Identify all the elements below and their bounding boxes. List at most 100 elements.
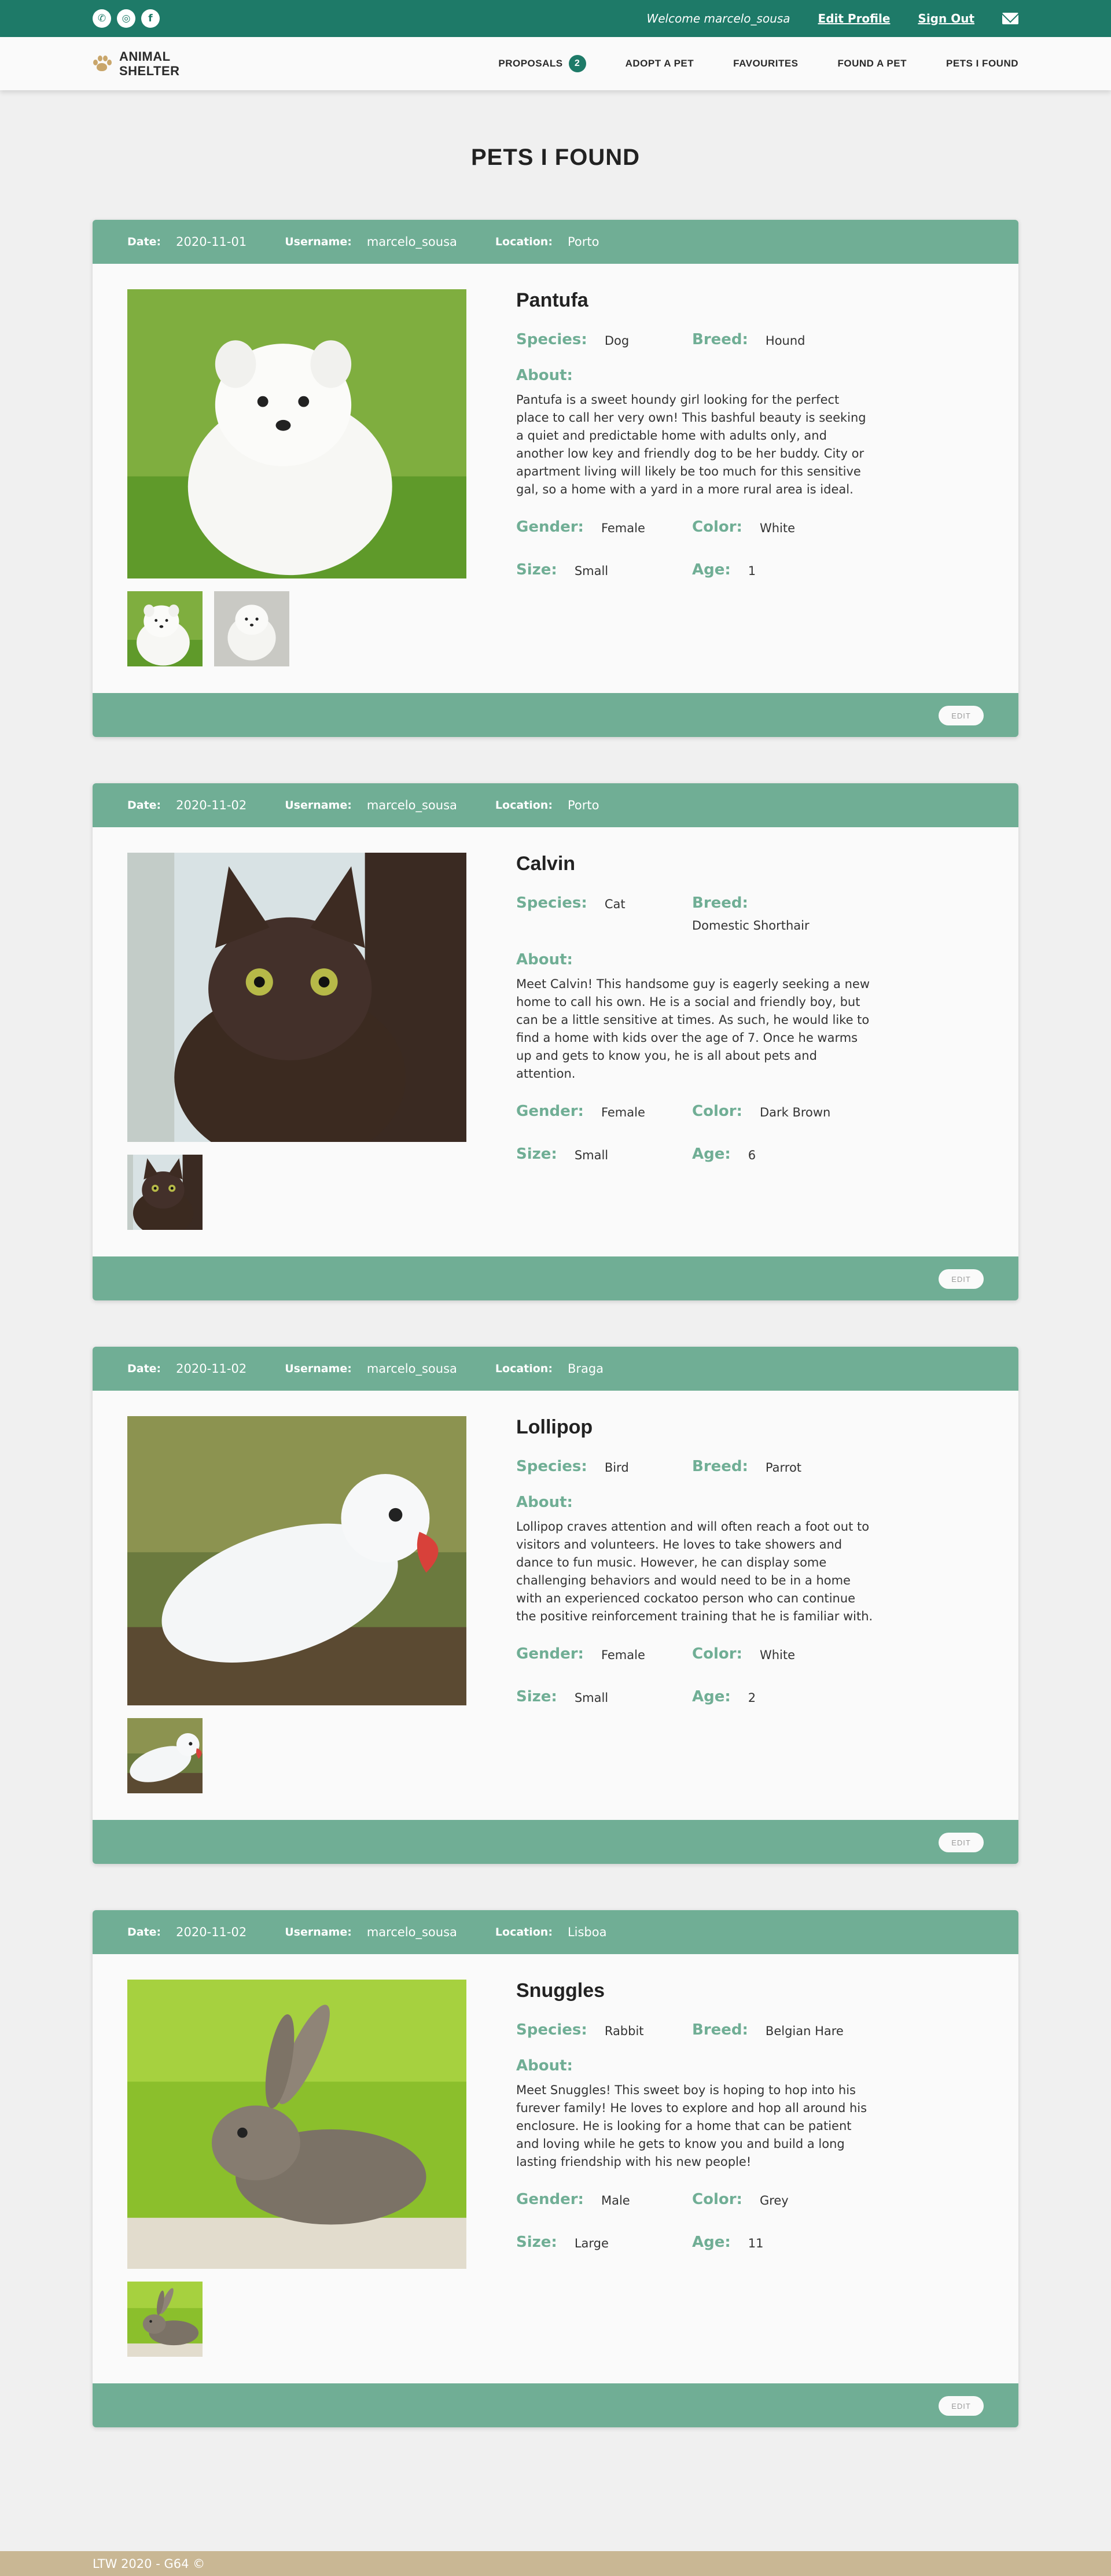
age-label: Age: — [692, 1145, 731, 1163]
color-label: Color: — [692, 1645, 742, 1663]
size-value: Small — [574, 1148, 609, 1162]
logo-line-1: ANIMAL — [119, 49, 171, 64]
pet-thumbnail[interactable] — [127, 2282, 203, 2357]
edit-button[interactable]: EDIT — [939, 1269, 984, 1289]
size-label: Size: — [516, 1688, 557, 1705]
size-value: Large — [574, 2236, 609, 2250]
nav-found-a-pet[interactable]: FOUND A PET — [838, 58, 907, 69]
pet-card-list: Date: 2020-11-01 Username: marcelo_sousa… — [93, 220, 1018, 2474]
pet-main-photo — [127, 1416, 466, 1705]
species-breed-row: Species: Dog Breed: Hound — [516, 331, 875, 348]
about-label: About: — [516, 1494, 573, 1511]
age-value: 11 — [748, 2236, 764, 2250]
about-text: Meet Snuggles! This sweet boy is hoping … — [516, 2083, 867, 2169]
species-label: Species: — [516, 331, 587, 348]
color-value: White — [759, 521, 795, 535]
username-label: Username: — [285, 235, 352, 248]
size-label: Size: — [516, 1145, 557, 1163]
location-value: Porto — [567, 798, 599, 812]
whatsapp-icon[interactable]: ✆ — [93, 9, 111, 28]
pet-card-header: Date: 2020-11-02 Username: marcelo_sousa… — [93, 1347, 1018, 1391]
username-value: marcelo_sousa — [366, 798, 457, 812]
logo-line-2: SHELTER — [119, 64, 180, 78]
pet-thumbnail[interactable] — [127, 1718, 203, 1793]
nav-proposals[interactable]: PROPOSALS 2 — [498, 55, 586, 72]
edit-button[interactable]: EDIT — [939, 1833, 984, 1852]
date-value: 2020-11-02 — [176, 1362, 247, 1376]
age-label: Age: — [692, 1688, 731, 1705]
color-label: Color: — [692, 2191, 742, 2208]
date-label: Date: — [127, 1362, 161, 1375]
pet-card-header: Date: 2020-11-01 Username: marcelo_sousa… — [93, 220, 1018, 264]
pet-thumbnails — [127, 1718, 203, 1793]
welcome-text: Welcome marcelo_sousa — [646, 12, 790, 25]
mail-icon[interactable] — [1002, 13, 1018, 24]
username-value: marcelo_sousa — [366, 1925, 457, 1939]
breed-label: Breed: — [692, 2021, 748, 2039]
sign-out-link[interactable]: Sign Out — [918, 12, 974, 25]
pet-thumbnails — [127, 591, 289, 666]
gender-label: Gender: — [516, 2191, 584, 2208]
main-nav: ANIMAL SHELTER PROPOSALS 2 ADOPT A PET F… — [0, 37, 1111, 90]
username-value: marcelo_sousa — [366, 235, 457, 249]
gender-value: Female — [601, 1648, 645, 1662]
date-value: 2020-11-02 — [176, 1925, 247, 1939]
nav-proposals-label: PROPOSALS — [498, 58, 563, 69]
age-label: Age: — [692, 561, 731, 578]
pet-info: Snuggles Species: Rabbit Breed: Belgian … — [516, 1980, 875, 2251]
pet-main-photo — [127, 289, 466, 578]
species-value: Bird — [604, 1461, 629, 1475]
nav-favourites[interactable]: FAVOURITES — [733, 58, 798, 69]
pet-card-header: Date: 2020-11-02 Username: marcelo_sousa… — [93, 1910, 1018, 1954]
edit-profile-link[interactable]: Edit Profile — [818, 12, 891, 25]
species-label: Species: — [516, 2021, 587, 2039]
about-label: About: — [516, 951, 573, 968]
date-label: Date: — [127, 799, 161, 812]
age-value: 2 — [748, 1691, 756, 1705]
gender-label: Gender: — [516, 518, 584, 536]
size-label: Size: — [516, 561, 557, 578]
gender-label: Gender: — [516, 1645, 584, 1663]
pet-card-footer: EDIT — [93, 2383, 1018, 2427]
gender-color-row: Gender: Male Color: Grey — [516, 2191, 875, 2208]
edit-button[interactable]: EDIT — [939, 706, 984, 725]
logo[interactable]: ANIMAL SHELTER — [93, 49, 180, 78]
instagram-icon[interactable]: ◎ — [117, 9, 135, 28]
location-value: Porto — [567, 235, 599, 249]
size-age-row: Size: Small Age: 1 — [516, 561, 875, 578]
species-breed-row: Species: Rabbit Breed: Belgian Hare — [516, 2021, 875, 2039]
date-value: 2020-11-01 — [176, 235, 247, 249]
color-value: Dark Brown — [759, 1105, 831, 1119]
username-label: Username: — [285, 1926, 352, 1939]
about-label: About: — [516, 2057, 573, 2074]
pet-card: Date: 2020-11-01 Username: marcelo_sousa… — [93, 220, 1018, 737]
pet-thumbnail[interactable] — [127, 1155, 203, 1230]
nav-adopt-a-pet[interactable]: ADOPT A PET — [626, 58, 694, 69]
facebook-icon[interactable]: f — [141, 9, 160, 28]
username-value: marcelo_sousa — [366, 1362, 457, 1376]
pet-thumbnail[interactable] — [127, 591, 203, 666]
date-label: Date: — [127, 235, 161, 248]
breed-value: Belgian Hare — [765, 2024, 844, 2038]
color-label: Color: — [692, 518, 742, 536]
nav-pets-i-found[interactable]: PETS I FOUND — [946, 58, 1018, 69]
footer: LTW 2020 - G64 © — [0, 2551, 1111, 2576]
species-breed-row: Species: Bird Breed: Parrot — [516, 1458, 875, 1475]
size-value: Small — [574, 564, 609, 578]
age-value: 6 — [748, 1148, 756, 1162]
species-label: Species: — [516, 1458, 587, 1475]
pet-card-footer: EDIT — [93, 693, 1018, 737]
location-label: Location: — [495, 1926, 553, 1939]
species-value: Cat — [604, 897, 626, 911]
pet-main-photo — [127, 853, 466, 1142]
pet-card-footer: EDIT — [93, 1820, 1018, 1864]
pet-card: Date: 2020-11-02 Username: marcelo_sousa… — [93, 1910, 1018, 2427]
pet-thumbnail[interactable] — [214, 591, 289, 666]
edit-button[interactable]: EDIT — [939, 2396, 984, 2416]
date-label: Date: — [127, 1926, 161, 1939]
date-value: 2020-11-02 — [176, 798, 247, 812]
logo-text: ANIMAL SHELTER — [119, 49, 180, 78]
social-links: ✆ ◎ f — [93, 9, 160, 28]
location-value: Lisboa — [567, 1925, 607, 1939]
size-age-row: Size: Small Age: 2 — [516, 1688, 875, 1705]
